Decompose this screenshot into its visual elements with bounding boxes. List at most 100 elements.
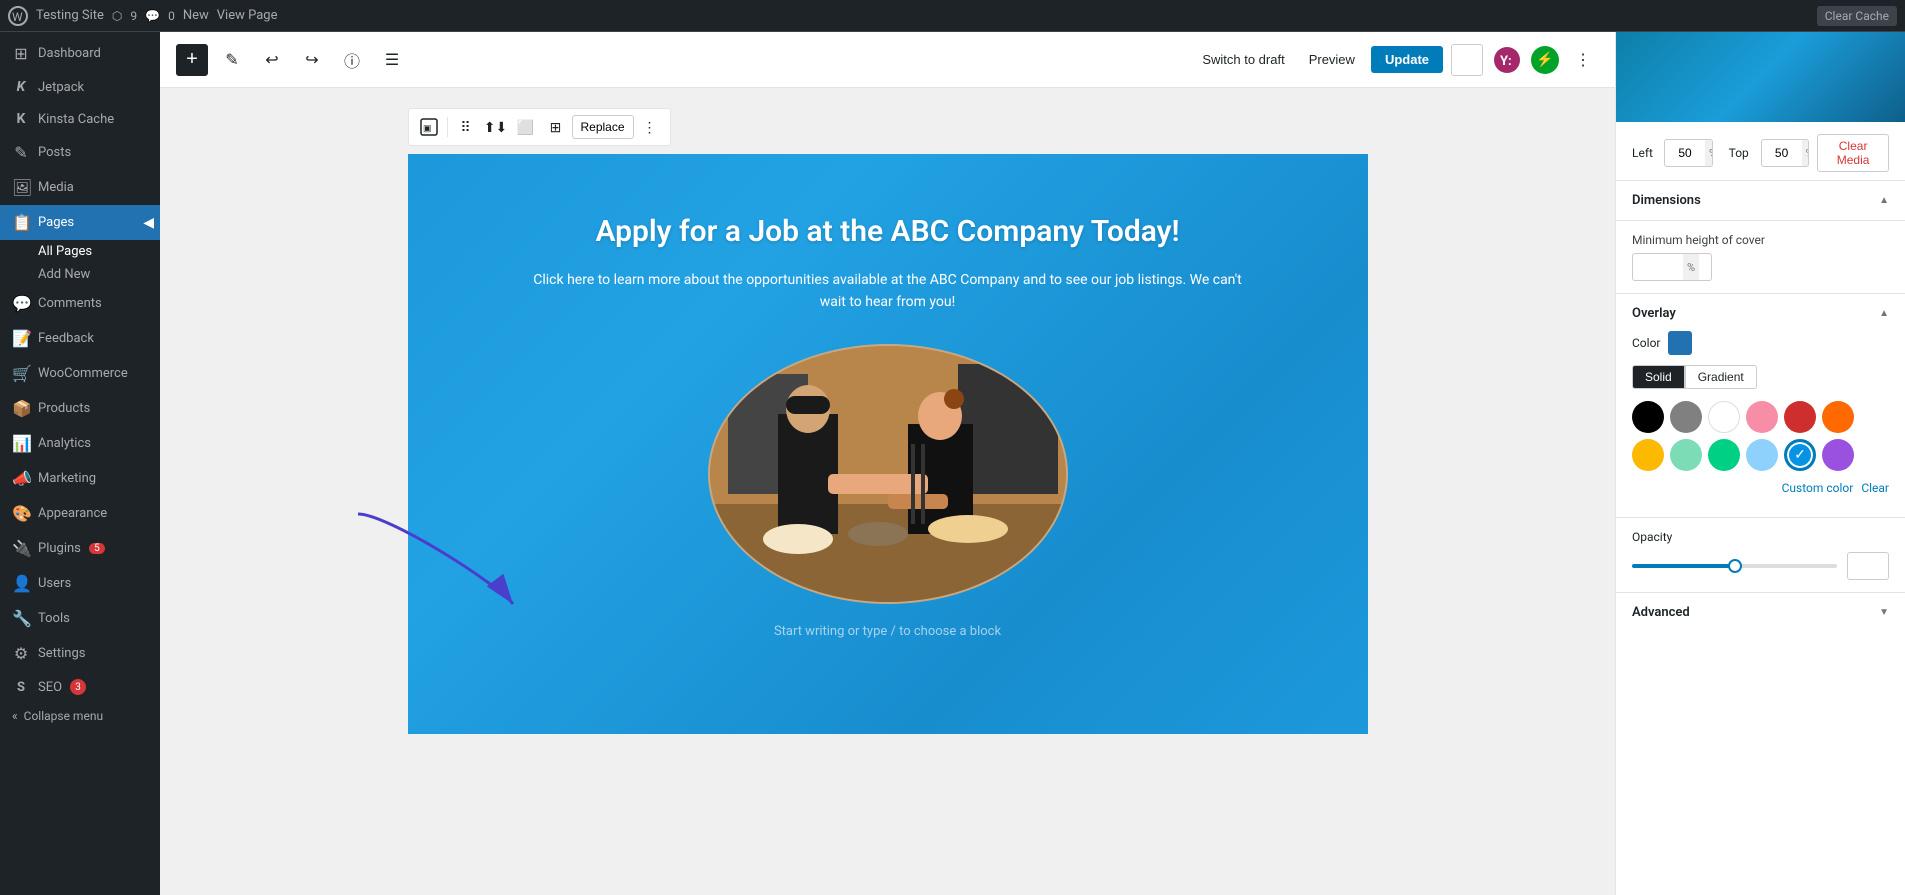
view-page-link[interactable]: View Page bbox=[217, 8, 278, 23]
add-block-button[interactable]: + bbox=[176, 44, 208, 76]
pages-icon: 📋 bbox=[12, 213, 30, 232]
move-up-down-button[interactable]: ⬆⬇ bbox=[482, 113, 510, 141]
seo-badge: 3 bbox=[70, 679, 86, 695]
wp-logo-icon: W bbox=[8, 6, 28, 26]
sidebar-item-label: Products bbox=[38, 401, 90, 416]
swatch-green[interactable] bbox=[1708, 439, 1740, 471]
gradient-toggle-button[interactable]: Gradient bbox=[1685, 365, 1757, 389]
seo-icon: S bbox=[12, 680, 30, 695]
overlay-header[interactable]: Overlay ▲ bbox=[1632, 306, 1889, 321]
opacity-slider[interactable] bbox=[1632, 564, 1837, 568]
overlay-section: Overlay ▲ Color Solid Gradient bbox=[1616, 294, 1905, 518]
collapse-label: Collapse menu bbox=[24, 709, 103, 723]
sidebar-item-feedback[interactable]: 📝 Feedback bbox=[0, 321, 160, 356]
sidebar-item-jetpack[interactable]: K Jetpack bbox=[0, 71, 160, 103]
node-count-icon: ⬡ bbox=[112, 9, 122, 23]
sidebar-item-plugins[interactable]: 🔌 Plugins 5 bbox=[0, 531, 160, 566]
sidebar-item-tools[interactable]: 🔧 Tools bbox=[0, 601, 160, 636]
clear-media-button[interactable]: Clear Media bbox=[1817, 134, 1889, 172]
update-button[interactable]: Update bbox=[1371, 46, 1443, 73]
yoast-button[interactable]: Y: bbox=[1491, 44, 1523, 76]
advanced-header[interactable]: Advanced ▼ bbox=[1632, 605, 1889, 620]
performance-button[interactable]: ⚡ bbox=[1531, 46, 1559, 74]
tools-icon: 🔧 bbox=[12, 609, 30, 628]
swatch-green-light[interactable] bbox=[1670, 439, 1702, 471]
block-toolbar-wrapper: ▣ ⠿ ⬆⬇ ⬜ ⊞ Replace ⋮ bbox=[408, 108, 1368, 150]
comment-icon: 💬 bbox=[145, 9, 160, 23]
switch-to-draft-button[interactable]: Switch to draft bbox=[1194, 46, 1292, 73]
sidebar-item-pages[interactable]: 📋 Pages ◀ bbox=[0, 205, 160, 240]
sidebar-item-appearance[interactable]: 🎨 Appearance bbox=[0, 496, 160, 531]
more-block-options-button[interactable]: ⋮ bbox=[636, 113, 664, 141]
sidebar-item-posts[interactable]: ✎ Posts bbox=[0, 135, 160, 170]
list-view-button[interactable]: ☰ bbox=[376, 44, 408, 76]
solid-toggle-button[interactable]: Solid bbox=[1632, 365, 1685, 389]
swatch-pink[interactable] bbox=[1746, 401, 1778, 433]
block-type-button[interactable]: ▣ bbox=[415, 113, 443, 141]
sidebar-item-settings[interactable]: ⚙ Settings bbox=[0, 636, 160, 671]
swatch-blue-light[interactable] bbox=[1746, 439, 1778, 471]
sidebar-item-analytics[interactable]: 📊 Analytics bbox=[0, 426, 160, 461]
collapse-menu-button[interactable]: « Collapse menu bbox=[0, 703, 160, 729]
edit-tool-button[interactable]: ✎ bbox=[216, 44, 248, 76]
overlay-color-swatch[interactable] bbox=[1668, 331, 1692, 355]
info-button[interactable]: ⓘ bbox=[336, 44, 368, 76]
sidebar-item-media[interactable]: 🖼 Media bbox=[0, 170, 160, 205]
custom-color-link[interactable]: Custom color bbox=[1782, 481, 1854, 495]
sidebar-item-users[interactable]: 👤 Users bbox=[0, 566, 160, 601]
dimensions-chevron-icon: ▲ bbox=[1879, 195, 1889, 206]
sidebar-sub-all-pages[interactable]: All Pages bbox=[0, 240, 160, 263]
sidebar-item-comments[interactable]: 💬 Comments bbox=[0, 286, 160, 321]
cover-block[interactable]: Apply for a Job at the ABC Company Today… bbox=[408, 154, 1368, 734]
clear-cache-button[interactable]: Clear Cache bbox=[1817, 6, 1897, 26]
marketing-icon: 📣 bbox=[12, 469, 30, 488]
preview-button[interactable]: Preview bbox=[1301, 46, 1363, 73]
color-swatch-grid: ✓ bbox=[1632, 401, 1889, 471]
sidebar-item-label: Kinsta Cache bbox=[38, 112, 114, 127]
analytics-icon: 📊 bbox=[12, 434, 30, 453]
min-height-input[interactable] bbox=[1633, 260, 1683, 274]
comment-count: 0 bbox=[168, 9, 175, 23]
node-count: 9 bbox=[130, 9, 137, 23]
swatch-purple[interactable] bbox=[1822, 439, 1854, 471]
swatch-orange[interactable] bbox=[1822, 401, 1854, 433]
sidebar-item-dashboard[interactable]: ⊞ Dashboard bbox=[0, 36, 160, 71]
top-position-input[interactable] bbox=[1762, 146, 1802, 160]
opacity-section: Opacity 50 bbox=[1616, 518, 1905, 593]
full-width-button[interactable]: ⊞ bbox=[542, 113, 570, 141]
sidebar-item-marketing[interactable]: 📣 Marketing bbox=[0, 461, 160, 496]
sidebar-item-kinsta[interactable]: K Kinsta Cache bbox=[0, 103, 160, 135]
swatch-blue-selected[interactable]: ✓ bbox=[1784, 439, 1816, 471]
swatch-black[interactable] bbox=[1632, 401, 1664, 433]
swatch-red[interactable] bbox=[1784, 401, 1816, 433]
align-button[interactable]: ⬜ bbox=[512, 113, 540, 141]
left-position-input[interactable] bbox=[1665, 146, 1705, 160]
sidebar-item-label: Plugins bbox=[38, 541, 81, 556]
toolbar-separator bbox=[447, 117, 448, 137]
sidebar-sub-add-new[interactable]: Add New bbox=[0, 263, 160, 286]
block-toolbar: ▣ ⠿ ⬆⬇ ⬜ ⊞ Replace ⋮ bbox=[408, 108, 671, 146]
swatch-gray[interactable] bbox=[1670, 401, 1702, 433]
sidebar-item-seo[interactable]: S SEO 3 bbox=[0, 671, 160, 703]
new-button[interactable]: New bbox=[183, 8, 209, 23]
opacity-row: 50 bbox=[1632, 552, 1889, 580]
top-unit: % bbox=[1802, 140, 1810, 166]
undo-button[interactable]: ↩ bbox=[256, 44, 288, 76]
drag-handle-button[interactable]: ⠿ bbox=[452, 113, 480, 141]
more-options-button[interactable]: ⋮ bbox=[1567, 44, 1599, 76]
kinsta-icon: K bbox=[12, 111, 30, 127]
sidebar-item-woocommerce[interactable]: 🛒 WooCommerce bbox=[0, 356, 160, 391]
clear-color-link[interactable]: Clear bbox=[1861, 481, 1889, 495]
sidebar-item-label: Posts bbox=[38, 145, 71, 160]
dimensions-section-header[interactable]: Dimensions ▲ bbox=[1616, 181, 1905, 221]
sidebar-item-products[interactable]: 📦 Products bbox=[0, 391, 160, 426]
appearance-icon: 🎨 bbox=[12, 504, 30, 523]
left-label: Left bbox=[1632, 146, 1656, 160]
cover-placeholder[interactable]: Start writing or type / to choose a bloc… bbox=[448, 624, 1328, 639]
redo-button[interactable]: ↪ bbox=[296, 44, 328, 76]
swatch-white[interactable] bbox=[1708, 401, 1740, 433]
swatch-yellow[interactable] bbox=[1632, 439, 1664, 471]
sidebar-item-label: WooCommerce bbox=[38, 366, 128, 381]
replace-button[interactable]: Replace bbox=[572, 115, 634, 139]
block-settings-button[interactable]: ⚙ bbox=[1451, 44, 1483, 76]
